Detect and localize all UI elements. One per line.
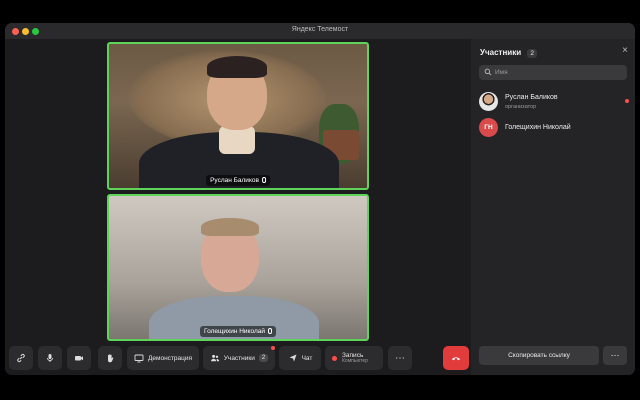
participants-notification-dot bbox=[271, 346, 275, 350]
video-tile-nikolay[interactable]: Голещихин Николай bbox=[107, 194, 369, 341]
panel-more-button[interactable]: ⋯ bbox=[603, 346, 627, 365]
record-button[interactable]: Запись Компьютер bbox=[325, 346, 383, 370]
participants-panel: Участники 2 × Руслан Баликов организатор… bbox=[471, 39, 635, 375]
participant-name: Руслан Баликов bbox=[505, 94, 558, 101]
mic-icon bbox=[261, 177, 266, 183]
chat-button[interactable]: Чат bbox=[279, 346, 321, 370]
participants-count-badge: 2 bbox=[258, 354, 269, 362]
record-sublabel: Компьютер bbox=[342, 357, 368, 364]
video-name-label: Руслан Баликов bbox=[210, 177, 259, 184]
participants-icon bbox=[210, 354, 219, 362]
video-name-tag: Голещихин Николай bbox=[200, 326, 276, 337]
video-name-tag: Руслан Баликов bbox=[206, 175, 270, 186]
hang-up-button[interactable] bbox=[443, 346, 469, 370]
panel-count-badge: 2 bbox=[527, 49, 537, 58]
app-window: Яндекс Телемост Руслан Баликов Голещихин… bbox=[5, 23, 635, 375]
raise-hand-button[interactable] bbox=[98, 346, 122, 370]
participant-row[interactable]: ГН Голещихин Николай bbox=[479, 117, 629, 139]
panel-title-label: Участники bbox=[480, 48, 522, 57]
screen-share-button[interactable]: Демонстрация bbox=[127, 346, 199, 370]
record-icon bbox=[332, 355, 337, 361]
screen-share-icon bbox=[134, 354, 144, 363]
mic-icon bbox=[267, 328, 272, 334]
chat-icon bbox=[289, 354, 297, 362]
video-stage: Руслан Баликов Голещихин Николай bbox=[5, 39, 470, 341]
participant-search-input[interactable] bbox=[495, 65, 620, 80]
participant-row[interactable]: Руслан Баликов организатор bbox=[479, 91, 629, 113]
video-name-label: Голещихин Николай bbox=[204, 328, 265, 335]
search-icon bbox=[484, 68, 492, 76]
panel-title: Участники 2 bbox=[480, 48, 537, 58]
participant-search bbox=[479, 65, 627, 80]
more-options-button[interactable]: ⋯ bbox=[388, 346, 412, 370]
mic-icon bbox=[47, 354, 53, 362]
person-shirt bbox=[219, 126, 255, 154]
person-hair bbox=[207, 56, 267, 78]
chat-label: Чат bbox=[301, 354, 313, 362]
participants-label: Участники bbox=[223, 354, 255, 362]
participant-name: Голещихин Николай bbox=[505, 124, 571, 131]
window-title: Яндекс Телемост bbox=[291, 26, 349, 33]
record-text: Запись Компьютер bbox=[342, 352, 368, 365]
avatar bbox=[479, 92, 498, 111]
hangup-icon bbox=[452, 357, 460, 361]
title-bar: Яндекс Телемост bbox=[5, 23, 635, 39]
person-hair bbox=[201, 218, 259, 236]
avatar-initials: ГН bbox=[479, 118, 498, 137]
copy-link-text-button[interactable]: Скопировать ссылку bbox=[479, 346, 599, 365]
participants-button[interactable]: Участники 2 bbox=[203, 346, 275, 370]
screen-share-label: Демонстрация bbox=[147, 354, 193, 362]
close-icon[interactable]: × bbox=[622, 45, 628, 56]
camera-button[interactable] bbox=[67, 346, 91, 370]
hand-icon bbox=[108, 354, 114, 363]
participant-role: организатор bbox=[505, 104, 537, 110]
status-dot bbox=[625, 99, 629, 103]
video-tile-ruslan[interactable]: Руслан Баликов bbox=[107, 42, 369, 190]
more-icon: ⋯ bbox=[395, 352, 405, 364]
camera-icon bbox=[75, 356, 83, 361]
microphone-button[interactable] bbox=[38, 346, 62, 370]
copy-link-button[interactable] bbox=[9, 346, 33, 370]
link-icon bbox=[17, 353, 25, 363]
